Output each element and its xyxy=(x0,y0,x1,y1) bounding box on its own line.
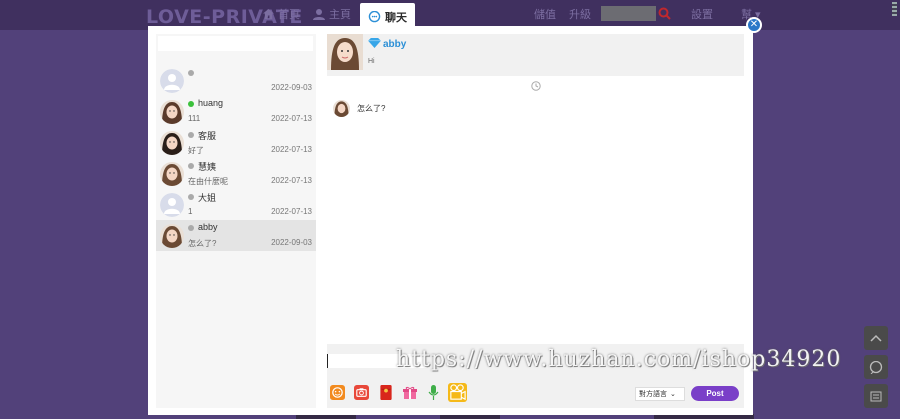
nav-search-button[interactable] xyxy=(656,5,673,22)
modal-close-button[interactable]: ✕ xyxy=(746,17,762,33)
diamond-vip-icon xyxy=(368,38,381,48)
nav-settings[interactable]: 設置 xyxy=(691,6,713,22)
conversation-last-message: 111 xyxy=(188,114,201,123)
chat-toolbar: 對方語言 ⌄ Post xyxy=(327,382,744,406)
conversation-search-input[interactable] xyxy=(158,36,313,51)
offline-status-dot xyxy=(188,132,194,138)
message-row: 怎么了? xyxy=(333,100,385,117)
conversation-name: 慧姨 xyxy=(198,162,217,172)
message-area: 怎么了? xyxy=(327,76,744,344)
offline-status-dot xyxy=(188,225,194,231)
conversation-last-message: 在由什麼呢 xyxy=(188,177,228,186)
red-envelope-icon xyxy=(379,385,392,400)
emoji-button[interactable] xyxy=(329,384,346,401)
conversation-item[interactable]: 客服 好了 2022-07-13 xyxy=(156,127,316,158)
scroll-top-button[interactable] xyxy=(864,326,888,350)
avatar xyxy=(160,69,184,93)
avatar xyxy=(160,224,184,248)
online-status-dot xyxy=(188,101,194,107)
video-button[interactable] xyxy=(447,382,467,402)
offline-status-dot xyxy=(188,194,194,200)
user-icon xyxy=(313,8,325,20)
avatar xyxy=(160,100,184,124)
conversation-name: abby xyxy=(198,222,218,232)
offline-status-dot xyxy=(188,163,194,169)
conversation-date: 2022-09-03 xyxy=(271,83,312,92)
message-text: 怎么了? xyxy=(357,104,386,113)
list-icon xyxy=(870,391,882,401)
emoji-icon xyxy=(330,385,345,400)
gift-icon xyxy=(402,386,417,399)
nav-chat-label: 聊天 xyxy=(385,11,407,24)
nav-search-input[interactable] xyxy=(601,6,656,21)
chevron-down-icon: ⌄ xyxy=(670,391,676,398)
watermark-text: https://www.huzhan.com/ishop34920 xyxy=(396,347,842,372)
clock-icon xyxy=(531,81,541,91)
conversation-date: 2022-07-13 xyxy=(271,207,312,216)
chevron-up-icon xyxy=(870,334,882,342)
image-button[interactable] xyxy=(353,384,370,401)
conversation-date: 2022-07-13 xyxy=(271,145,312,154)
float-chat-button[interactable] xyxy=(864,355,888,379)
conversation-item[interactable]: abby 怎么了? 2022-09-03 xyxy=(156,220,316,251)
conversation-item[interactable]: huang 111 2022-07-13 xyxy=(156,96,316,127)
message-avatar[interactable] xyxy=(333,100,350,117)
conversation-date: 2022-09-03 xyxy=(271,238,312,247)
offline-status-dot xyxy=(188,70,194,76)
language-select[interactable]: 對方語言 ⌄ xyxy=(635,387,685,401)
float-menu-button[interactable] xyxy=(864,384,888,408)
nav-profile-label: 主頁 xyxy=(329,9,351,21)
post-button[interactable]: Post xyxy=(691,386,739,401)
contact-avatar[interactable] xyxy=(327,34,363,70)
nav-home[interactable]: 首頁 xyxy=(263,0,300,28)
conversation-name: 客服 xyxy=(198,131,217,141)
conversation-list: 2022-09-03 huang 111 2022-07-13 客服 好了 20… xyxy=(156,34,316,408)
nav-home-label: 首頁 xyxy=(278,9,300,21)
conversation-last-message: 好了 xyxy=(188,146,204,155)
conversation-item[interactable]: 慧姨 在由什麼呢 2022-07-13 xyxy=(156,158,316,189)
search-icon xyxy=(658,7,671,20)
conversation-date: 2022-07-13 xyxy=(271,176,312,185)
avatar xyxy=(160,162,184,186)
conversation-item[interactable]: 2022-09-03 xyxy=(156,65,316,96)
red-envelope-button[interactable] xyxy=(377,384,394,401)
language-select-value: 對方語言 xyxy=(639,391,667,398)
nav-profile[interactable]: 主頁 xyxy=(313,0,351,28)
chat-bubble-icon xyxy=(368,10,381,22)
conversation-item[interactable]: 大姐 1 2022-07-13 xyxy=(156,189,316,220)
close-icon: ✕ xyxy=(749,19,759,30)
contact-status: Hi xyxy=(368,58,375,65)
gift-button[interactable] xyxy=(401,384,418,401)
video-camera-icon xyxy=(447,382,467,402)
avatar xyxy=(160,131,184,155)
chat-bubble-icon xyxy=(869,360,883,374)
conversation-last-message: 怎么了? xyxy=(188,239,217,248)
nav-upgrade[interactable]: 升級 xyxy=(569,6,591,22)
microphone-icon xyxy=(428,384,439,400)
conversation-name: huang xyxy=(198,98,224,108)
conversation-name: 大姐 xyxy=(198,193,217,203)
chat-header: abby Hi xyxy=(327,34,744,76)
conversation-last-message: 1 xyxy=(188,207,193,216)
voice-button[interactable] xyxy=(425,384,442,401)
camera-icon xyxy=(354,385,369,400)
home-icon xyxy=(263,9,274,19)
avatar xyxy=(160,193,184,217)
nav-wallet[interactable]: 儲值 xyxy=(534,6,556,22)
contact-name[interactable]: abby xyxy=(383,39,406,50)
conversation-date: 2022-07-13 xyxy=(271,114,312,123)
corner-indicator xyxy=(892,2,897,16)
